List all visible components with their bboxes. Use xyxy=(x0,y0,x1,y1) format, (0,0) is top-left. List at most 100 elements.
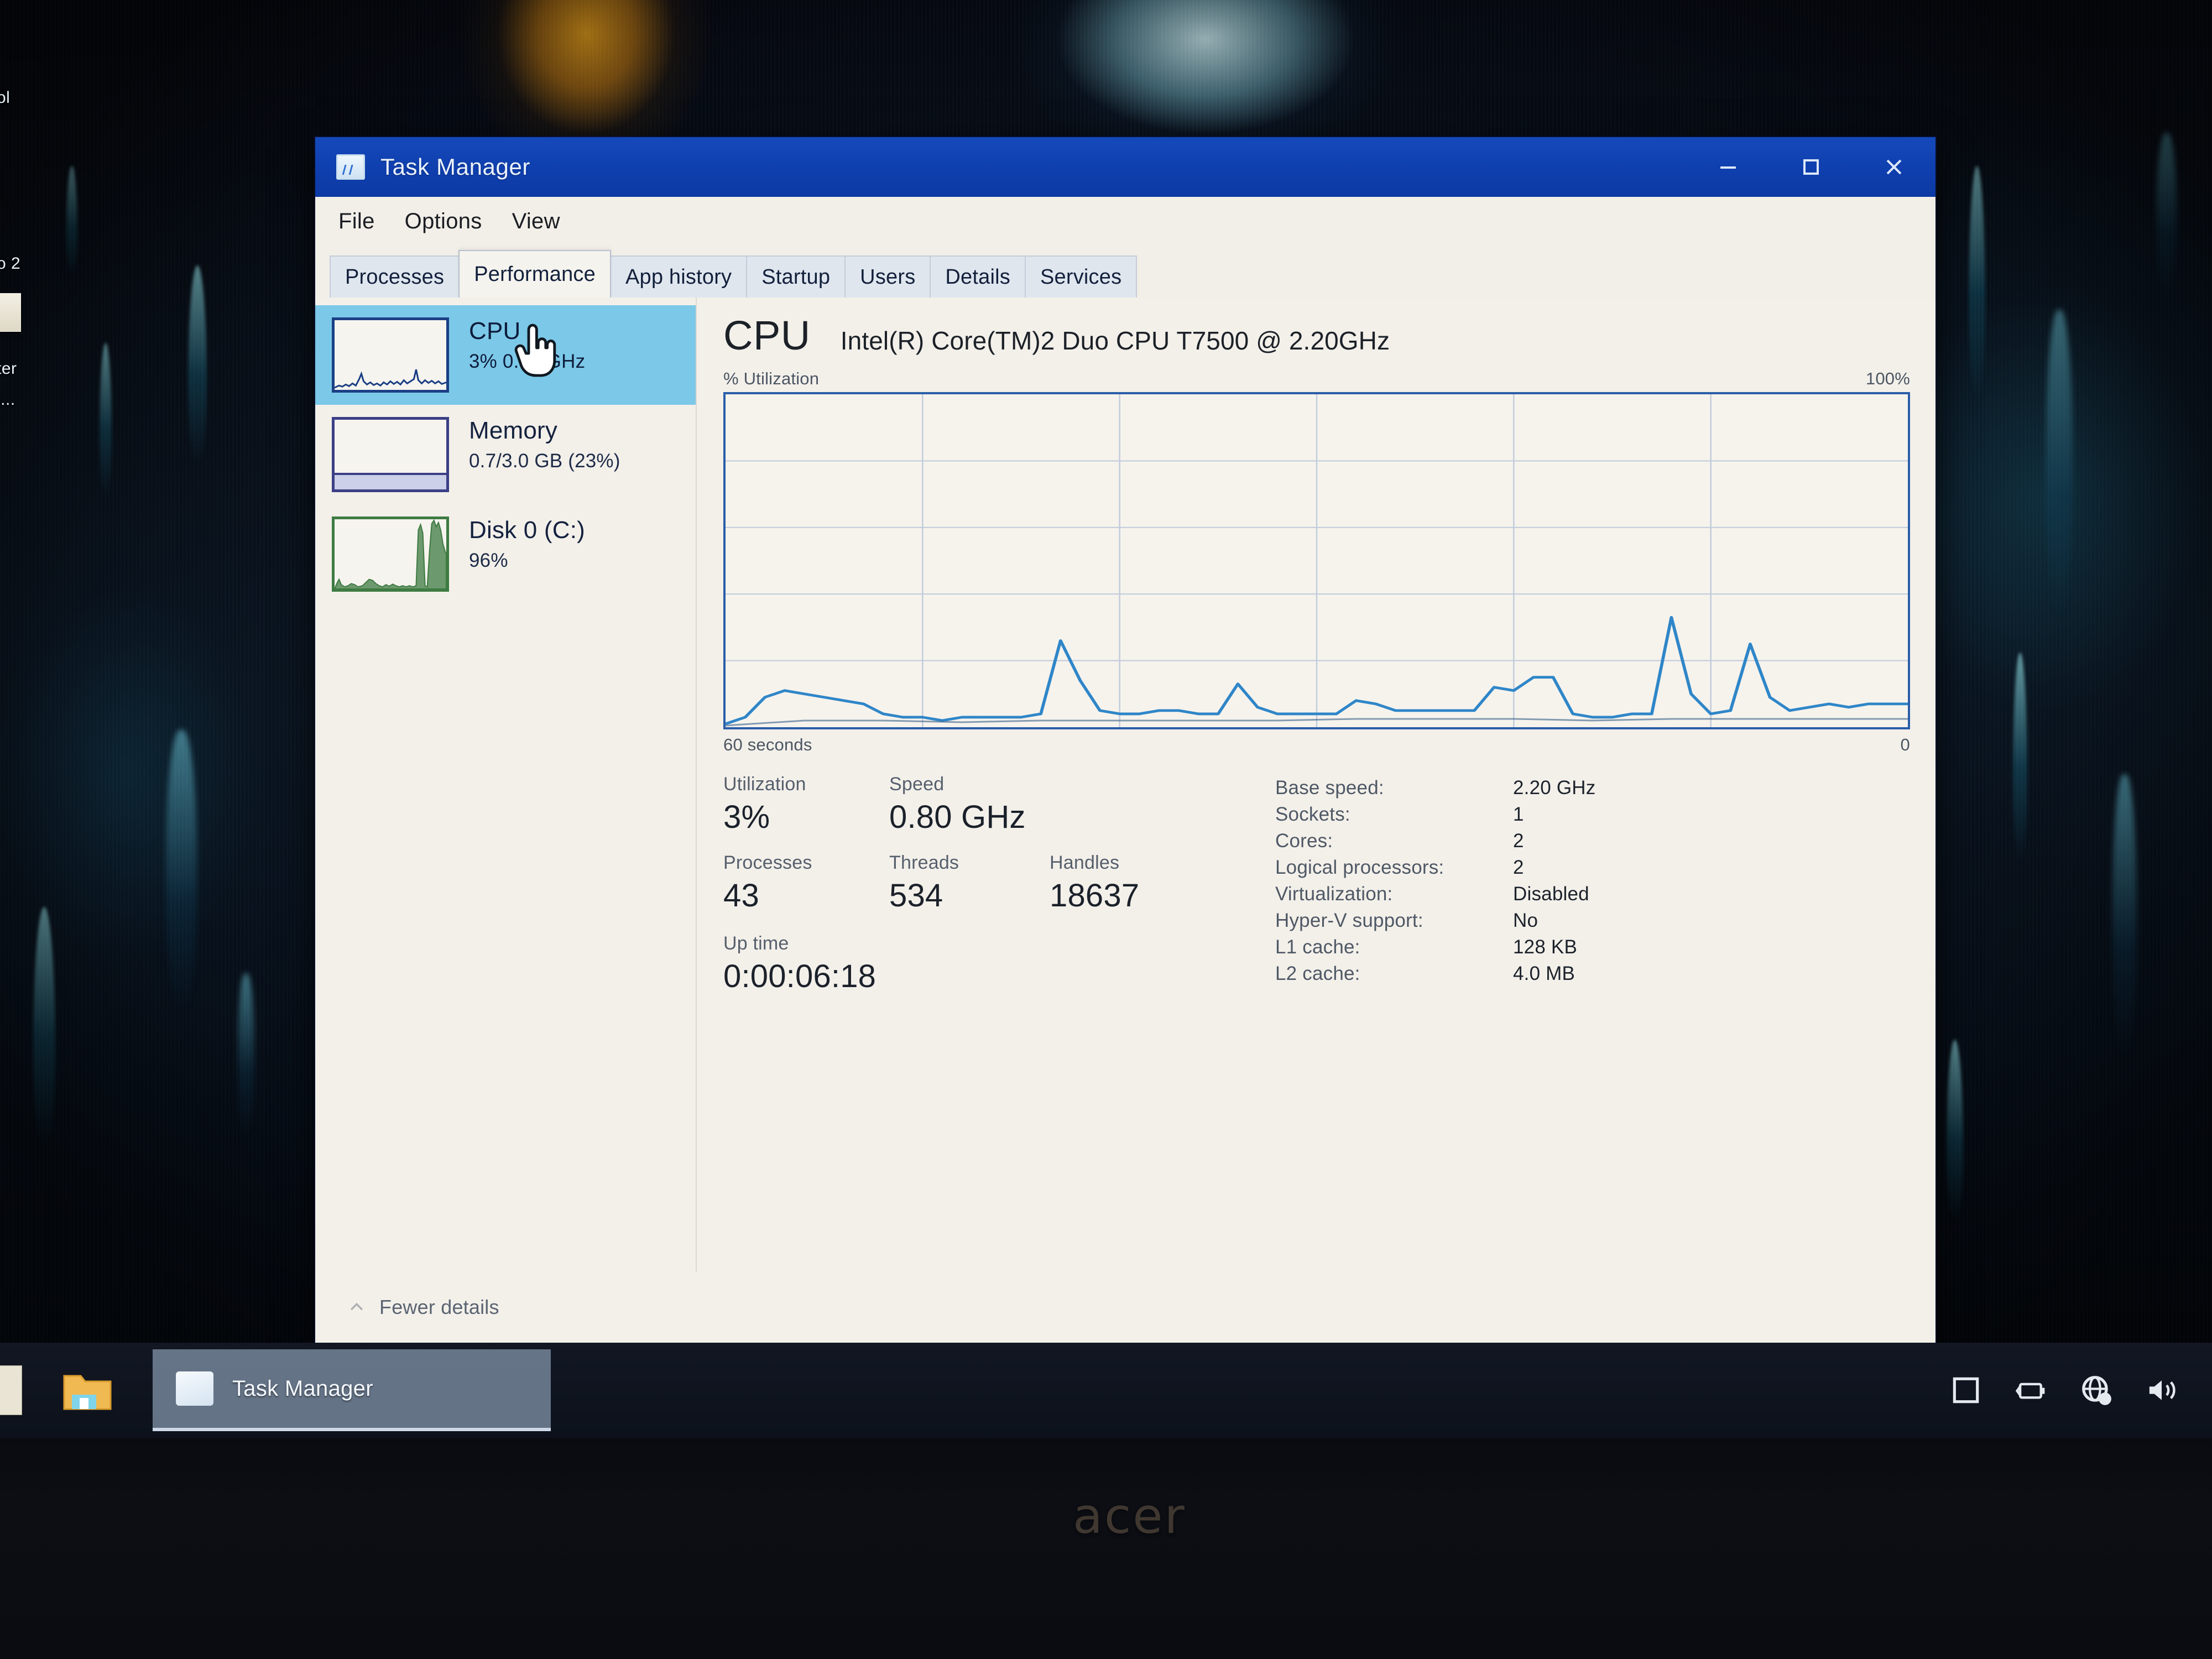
menu-item-options[interactable]: Options xyxy=(405,209,482,234)
stat-uptime: Up time 0:00:06:18 xyxy=(723,933,889,995)
action-center-icon[interactable] xyxy=(1949,1373,1983,1407)
stat-processes: Processes 43 xyxy=(723,852,889,914)
start-button[interactable] xyxy=(0,1365,22,1415)
spec-value: 1 xyxy=(1513,804,1524,825)
spec-value: 2 xyxy=(1513,830,1524,852)
cpu-mini-graph xyxy=(332,317,449,393)
tab-app-history[interactable]: App history xyxy=(609,255,748,298)
stat-value: 43 xyxy=(723,878,759,914)
page-title: CPU xyxy=(723,312,811,358)
stat-value: 3% xyxy=(723,799,770,835)
stat-label: Handles xyxy=(1050,852,1120,873)
spec-value: Disabled xyxy=(1513,883,1589,905)
graph-top-axis: % Utilization 100% xyxy=(723,369,1910,389)
stat-label: Utilization xyxy=(723,774,806,795)
spec-l2-cache: L2 cache: 4.0 MB xyxy=(1275,963,1910,985)
resource-list: CPU 3% 0.80 GHz Memory 0.7/3.0 GB (23%) … xyxy=(315,298,697,1272)
spec-key: Hyper-V support: xyxy=(1275,910,1423,931)
spec-value: No xyxy=(1513,910,1538,931)
taskbar-button-label: Task Manager xyxy=(232,1376,373,1401)
x-axis-label: 60 seconds xyxy=(723,735,812,754)
laptop-bezel xyxy=(0,1438,2212,1659)
window-titlebar[interactable]: Task Manager xyxy=(315,137,1936,197)
tab-details[interactable]: Details xyxy=(930,255,1026,298)
y-axis-max: 100% xyxy=(1865,369,1910,388)
taskbar: Task Manager xyxy=(0,1343,2212,1438)
tab-processes[interactable]: Processes xyxy=(330,255,460,298)
cpu-spec-list: Base speed: 2.20 GHz Sockets: 1 Cores: 2 xyxy=(1265,774,1910,1272)
window-title: Task Manager xyxy=(380,154,530,180)
sidebar-item-memory[interactable]: Memory 0.7/3.0 GB (23%) xyxy=(315,405,696,504)
menu-bar: File Options View xyxy=(315,197,1936,246)
stat-value: 18637 xyxy=(1050,878,1140,914)
sidebar-item-label: CPU xyxy=(469,317,521,345)
stat-value: 0:00:06:18 xyxy=(723,958,877,994)
cpu-model: Intel(R) Core(TM)2 Duo CPU T7500 @ 2.20G… xyxy=(840,326,1390,355)
spec-key: Sockets: xyxy=(1275,804,1350,825)
cpu-detail-pane: CPU Intel(R) Core(TM)2 Duo CPU T7500 @ 2… xyxy=(697,298,1936,1272)
spec-key: Cores: xyxy=(1275,830,1333,852)
file-explorer-icon[interactable] xyxy=(62,1367,113,1413)
tab-startup[interactable]: Startup xyxy=(746,255,846,298)
task-manager-window: Task Manager File Options View Processes… xyxy=(315,137,1936,1343)
cpu-utilization-graph xyxy=(723,392,1910,729)
stat-speed: Speed 0.80 GHz xyxy=(889,774,1050,836)
spec-value: 2 xyxy=(1513,857,1524,878)
graph-bottom-axis: 60 seconds 0 xyxy=(723,735,1910,755)
tab-performance[interactable]: Performance xyxy=(458,250,611,298)
sidebar-item-disk[interactable]: Disk 0 (C:) 96% xyxy=(315,504,696,604)
memory-mini-graph xyxy=(332,417,449,492)
fewer-details-button[interactable]: Fewer details xyxy=(379,1296,499,1319)
laptop-photo: ol o 2 ter l... Task Manager xyxy=(0,0,2212,1659)
desktop-icon-label[interactable]: ter xyxy=(0,359,17,378)
menu-item-view[interactable]: View xyxy=(512,209,560,234)
x-axis-zero: 0 xyxy=(1900,735,1910,754)
spec-cores: Cores: 2 xyxy=(1275,830,1910,852)
stat-label: Up time xyxy=(723,933,789,954)
cpu-header: CPU Intel(R) Core(TM)2 Duo CPU T7500 @ 2… xyxy=(723,312,1910,359)
window-body: CPU 3% 0.80 GHz Memory 0.7/3.0 GB (23%) … xyxy=(315,298,1936,1272)
chevron-up-icon[interactable] xyxy=(347,1298,366,1317)
spec-value: 128 KB xyxy=(1513,936,1578,958)
taskbar-button-task-manager[interactable]: Task Manager xyxy=(153,1349,551,1431)
sidebar-item-value: 0.7/3.0 GB (23%) xyxy=(469,450,620,472)
sidebar-item-label: Memory xyxy=(469,417,558,444)
spec-key: Base speed: xyxy=(1275,777,1384,799)
desktop-icon-label[interactable]: ol xyxy=(0,88,10,107)
cpu-stats-primary: Utilization 3% Speed 0.80 GHz Processes … xyxy=(723,774,1265,1272)
task-manager-icon xyxy=(336,154,365,180)
window-controls xyxy=(1687,137,1936,197)
brand-logo: acer xyxy=(1073,1488,1186,1545)
stat-utilization: Utilization 3% xyxy=(723,774,889,836)
network-globe-icon[interactable] xyxy=(2079,1373,2114,1407)
spec-value: 4.0 MB xyxy=(1513,963,1575,984)
minimize-icon[interactable] xyxy=(1687,137,1770,197)
sidebar-item-value: 3% 0.80 GHz xyxy=(469,351,586,373)
close-icon[interactable] xyxy=(1853,137,1936,197)
desktop-icon-label[interactable]: l... xyxy=(0,390,15,409)
task-manager-icon xyxy=(176,1371,213,1406)
menu-item-file[interactable]: File xyxy=(338,209,375,234)
desktop-icon-label[interactable]: o 2 xyxy=(0,254,20,273)
stat-label: Processes xyxy=(723,852,812,873)
spec-key: Logical processors: xyxy=(1275,857,1444,878)
desktop-icon-tile[interactable] xyxy=(0,293,21,332)
sidebar-item-cpu[interactable]: CPU 3% 0.80 GHz xyxy=(315,305,696,405)
battery-icon[interactable] xyxy=(2014,1373,2048,1407)
spec-hyperv-support: Hyper-V support: No xyxy=(1275,910,1910,932)
spec-key: L1 cache: xyxy=(1275,936,1360,958)
system-tray xyxy=(1949,1373,2212,1407)
stat-label: Threads xyxy=(889,852,959,873)
maximize-icon[interactable] xyxy=(1770,137,1853,197)
spec-virtualization: Virtualization: Disabled xyxy=(1275,883,1910,905)
stat-value: 0.80 GHz xyxy=(889,799,1026,835)
stat-handles: Handles 18637 xyxy=(1050,852,1215,914)
sidebar-item-value: 96% xyxy=(469,550,508,572)
tab-services[interactable]: Services xyxy=(1024,255,1138,298)
disk-mini-graph xyxy=(332,517,449,592)
volume-icon[interactable] xyxy=(2145,1373,2179,1407)
spec-value: 2.20 GHz xyxy=(1513,777,1596,799)
spec-sockets: Sockets: 1 xyxy=(1275,804,1910,826)
sidebar-item-label: Disk 0 (C:) xyxy=(469,517,585,544)
tab-users[interactable]: Users xyxy=(844,255,931,298)
